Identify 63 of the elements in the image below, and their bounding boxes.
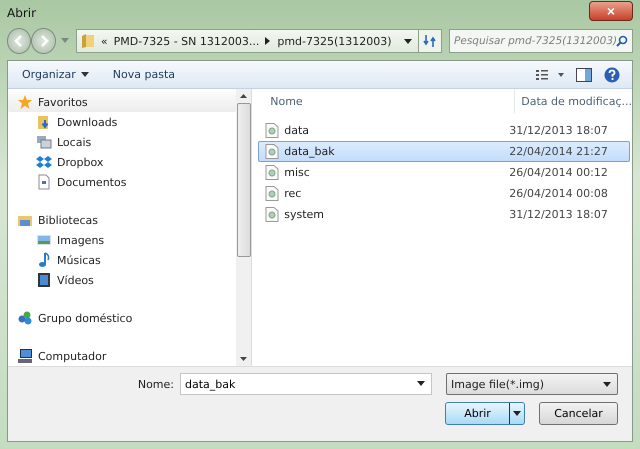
file-row[interactable]: data_bak 22/04/2014 21:27 bbox=[258, 141, 630, 162]
sidebar-group[interactable]: Favoritos bbox=[8, 92, 236, 112]
sidebar-group[interactable]: Computador bbox=[8, 346, 236, 366]
filename-label: Nome: bbox=[138, 378, 174, 390]
sidebar-item[interactable]: Downloads bbox=[8, 112, 236, 132]
breadcrumb[interactable]: pmd-7325(1312003) bbox=[277, 34, 392, 48]
homegroup-icon bbox=[17, 310, 33, 326]
refresh-button[interactable] bbox=[418, 29, 442, 53]
search-icon bbox=[616, 35, 628, 47]
refresh-arrows-icon bbox=[422, 34, 437, 48]
sidebar-item[interactable]: Locais bbox=[8, 132, 236, 152]
file-row[interactable]: misc 26/04/2014 00:12 bbox=[258, 162, 630, 183]
column-header[interactable]: Data de modificaç... bbox=[515, 89, 632, 113]
dropbox-icon bbox=[36, 154, 52, 170]
back-button[interactable] bbox=[7, 28, 32, 54]
film-icon bbox=[36, 272, 52, 288]
filename-field[interactable]: data_bak bbox=[180, 373, 432, 395]
sidebar-group[interactable]: Grupo doméstico bbox=[8, 308, 236, 328]
open-button[interactable]: Abrir bbox=[445, 402, 525, 425]
computer-icon bbox=[17, 348, 33, 364]
sidebar-group[interactable]: Bibliotecas bbox=[8, 210, 236, 230]
caret-icon bbox=[80, 72, 89, 77]
column-header[interactable]: Nome bbox=[258, 89, 516, 113]
file-type-dropdown[interactable]: Image file(*.img) bbox=[446, 373, 618, 395]
sidebar-item[interactable]: Vídeos bbox=[8, 270, 236, 290]
new-folder-button[interactable]: Nova pasta bbox=[106, 65, 181, 84]
view-options-icon[interactable] bbox=[536, 68, 564, 80]
file-row[interactable]: data 31/12/2013 18:07 bbox=[258, 120, 630, 141]
file-icon bbox=[265, 123, 280, 138]
chevron-icon[interactable] bbox=[265, 37, 272, 45]
breadcrumb[interactable]: PMD-7325 - SN 1312003... bbox=[114, 34, 260, 48]
forward-button[interactable] bbox=[31, 28, 56, 54]
file-row[interactable]: system 31/12/2013 18:07 bbox=[258, 204, 630, 225]
file-icon bbox=[265, 186, 280, 201]
file-icon bbox=[265, 207, 280, 222]
file-icon bbox=[265, 165, 280, 180]
places-icon bbox=[36, 134, 52, 150]
file-icon bbox=[265, 144, 280, 159]
sidebar-item[interactable]: Músicas bbox=[8, 250, 236, 270]
search-field[interactable]: Pesquisar pmd-7325(1312003) bbox=[449, 29, 634, 53]
address-bar[interactable]: « PMD-7325 - SN 1312003... pmd-7325(1312003) bbox=[76, 29, 419, 53]
file-row[interactable]: rec 26/04/2014 00:08 bbox=[258, 183, 630, 204]
dropdown-caret-icon[interactable] bbox=[404, 38, 412, 44]
caret-icon bbox=[513, 411, 521, 416]
music-note-icon bbox=[36, 252, 52, 268]
document-icon bbox=[36, 174, 52, 190]
scroll-down-icon[interactable] bbox=[240, 357, 248, 361]
folder-icon bbox=[80, 33, 95, 49]
overflow-marker[interactable]: « bbox=[100, 34, 108, 48]
sidebar-scrollbar[interactable] bbox=[236, 89, 252, 366]
cancel-button[interactable]: Cancelar bbox=[539, 402, 618, 425]
preview-pane-icon[interactable] bbox=[576, 68, 592, 82]
window-title: Abrir bbox=[7, 6, 38, 20]
scroll-up-icon[interactable] bbox=[240, 94, 248, 98]
star-icon bbox=[17, 94, 33, 110]
help-icon[interactable] bbox=[604, 66, 620, 82]
sidebar-item[interactable]: Imagens bbox=[8, 230, 236, 250]
organize-button[interactable]: Organizar bbox=[16, 65, 95, 84]
caret-icon bbox=[603, 382, 611, 386]
caret-icon[interactable] bbox=[417, 381, 425, 386]
image-icon bbox=[36, 232, 52, 248]
sidebar-item[interactable]: Documentos bbox=[8, 172, 236, 192]
sidebar-item[interactable]: Dropbox bbox=[8, 152, 236, 172]
